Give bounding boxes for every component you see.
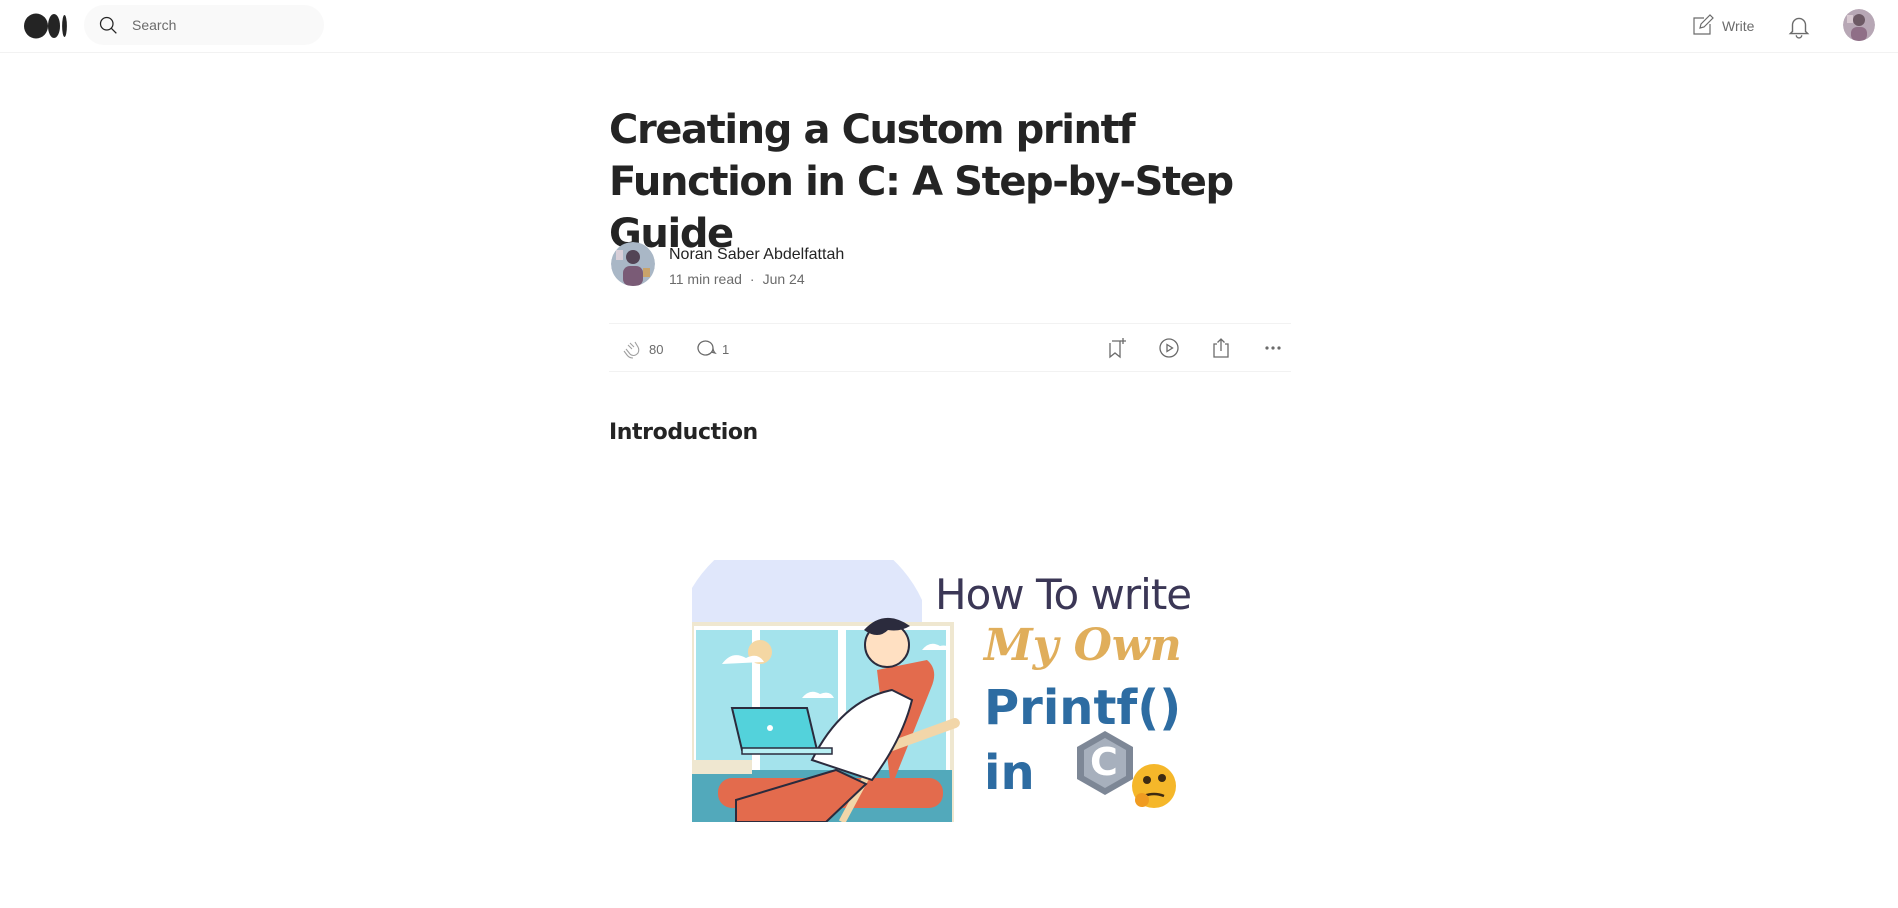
figure-text-line3: Printf() [984,680,1182,736]
play-icon[interactable] [1157,336,1181,360]
write-label: Write [1722,18,1755,34]
figure-text-line1: How To write [935,570,1192,619]
share-icon[interactable] [1209,336,1233,360]
search-input[interactable]: Search [132,17,176,33]
top-nav: Search Write [0,0,1898,53]
article-meta: 11 min read · Jun 24 [669,271,805,287]
bell-icon[interactable] [1786,13,1812,39]
search-icon [99,16,117,34]
clap-count: 80 [649,341,664,357]
author-avatar[interactable] [611,242,655,286]
figure-text-line2: My Own [984,620,1182,671]
user-avatar[interactable] [1843,9,1875,41]
figure-c-letter: C [1090,740,1118,784]
publish-date: Jun 24 [762,271,805,287]
read-time: 11 min read [669,271,742,287]
meta-separator: · [749,271,755,287]
author-name[interactable]: Noran Saber Abdelfattah [669,246,844,264]
clap-icon [623,341,640,359]
clap-button[interactable]: 80 [619,337,663,361]
write-button[interactable]: Write [1690,14,1754,38]
more-icon[interactable] [1261,336,1285,360]
section-heading: Introduction [609,420,758,445]
search-box[interactable]: Search [84,5,324,45]
article-title: Creating a Custom printf Function in C: … [609,107,1234,257]
response-count: 1 [722,341,730,357]
write-icon [1693,14,1714,35]
figure-text-line4: in [984,745,1035,801]
article-action-bar: 80 1 [609,323,1291,372]
response-icon [697,340,717,356]
article-hero-image[interactable]: How To write My Own Printf() in C [692,560,1222,822]
medium-logo[interactable] [24,13,68,39]
responses-button[interactable]: 1 [694,337,729,361]
bookmark-add-icon[interactable] [1105,336,1129,360]
